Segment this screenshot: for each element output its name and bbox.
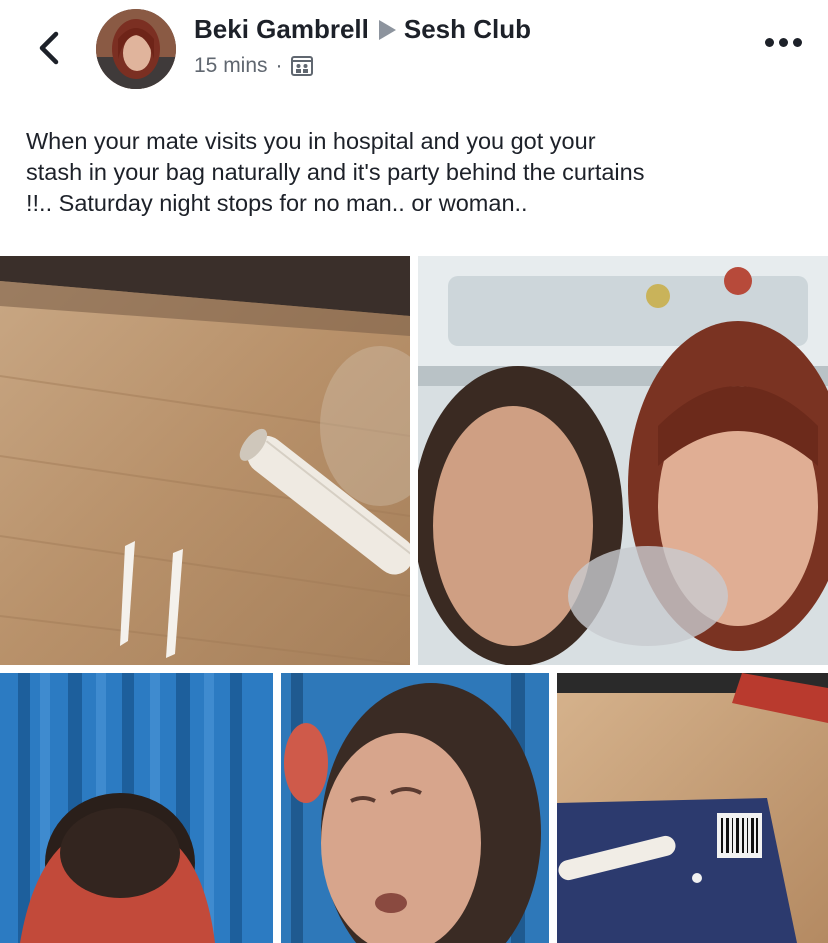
photo-face-image (281, 673, 549, 943)
post-meta: 15 mins · (194, 54, 313, 78)
post-text: When your mate visits you in hospital an… (26, 128, 645, 216)
avatar[interactable] (96, 9, 176, 89)
post-header: Beki Gambrell Sesh Club 15 mins · (0, 0, 828, 110)
photo-book-image (557, 673, 828, 943)
more-dot (765, 38, 774, 47)
meta-separator: · (275, 54, 283, 77)
post-photo-2[interactable] (418, 256, 828, 665)
author-line: Beki Gambrell Sesh Club (194, 14, 531, 45)
author-name[interactable]: Beki Gambrell (194, 14, 369, 45)
post-photo-5[interactable] (557, 673, 828, 943)
photo-table-image (0, 256, 410, 665)
post-photo-1[interactable] (0, 256, 410, 665)
post-photo-4[interactable] (281, 673, 549, 943)
more-dot (793, 38, 802, 47)
more-options-icon[interactable] (765, 38, 802, 47)
post-time[interactable]: 15 mins (194, 54, 268, 78)
post-photo-3[interactable] (0, 673, 273, 943)
photo-selfie-image (418, 256, 828, 665)
more-dot (779, 38, 788, 47)
triangle-right-icon (378, 19, 396, 40)
group-name[interactable]: Sesh Club (404, 14, 531, 45)
chevron-left-icon[interactable] (30, 28, 70, 68)
photo-curtain-image (0, 673, 273, 943)
group-privacy-icon (290, 56, 313, 76)
